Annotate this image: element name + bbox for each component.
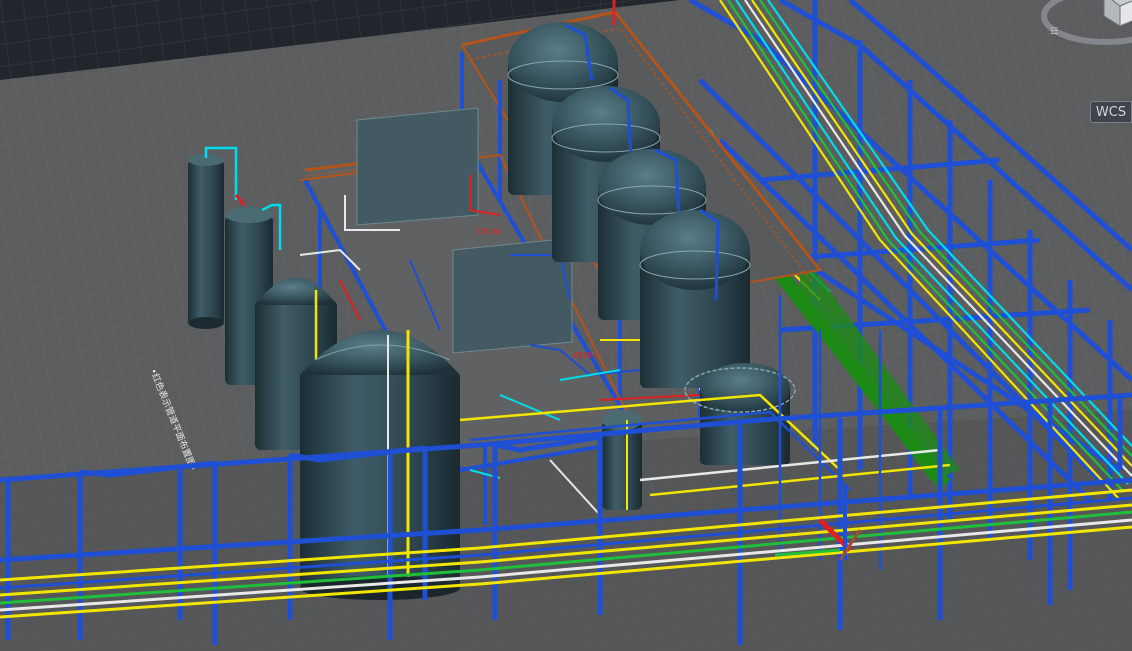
plant-model-scene[interactable]: •红色表示管道平面布置图• P0103 P0102 [0, 0, 1132, 651]
svg-text:☷: ☷ [1050, 27, 1058, 37]
wcs-menu-button[interactable]: WCS [1090, 101, 1132, 123]
cad-3d-viewport[interactable]: •红色表示管道平面布置图• P0103 P0102 ☷ WCS [0, 0, 1132, 651]
svg-text:P0103: P0103 [476, 226, 500, 235]
tank-4[interactable] [639, 208, 751, 388]
viewcube-compass[interactable]: ☷ [1036, 0, 1132, 66]
svg-text:P0102: P0102 [573, 350, 597, 359]
